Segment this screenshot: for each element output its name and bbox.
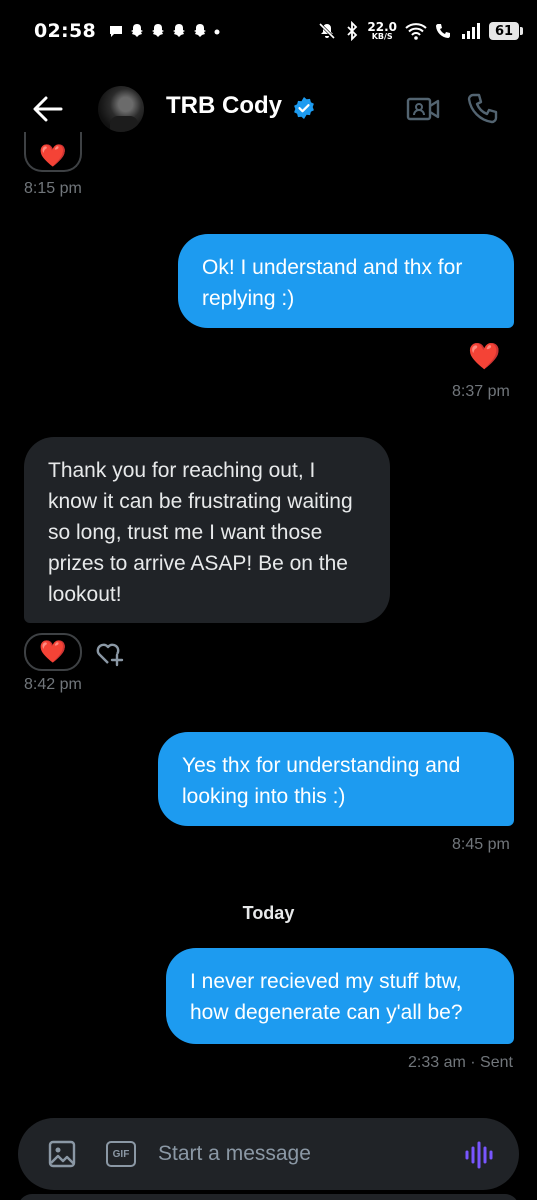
message-timestamp: 8:45 pm [452,836,510,853]
message-input[interactable] [158,1138,448,1170]
contact-avatar[interactable] [98,86,144,132]
contact-name[interactable]: TRB Cody [166,92,282,120]
bluetooth-icon [347,21,358,41]
video-call-icon[interactable] [406,94,440,124]
reaction-pill[interactable]: ❤️ [24,633,82,671]
message-timestamp: 8:15 pm [24,180,82,197]
back-arrow-icon [33,96,63,122]
snapchat-icon [172,24,185,37]
voice-message-icon[interactable] [464,1140,494,1170]
message-bubble-outgoing[interactable]: I never recieved my stuff btw, how degen… [166,948,514,1044]
avatar-figure [110,116,138,132]
battery-indicator: 61 [489,22,523,40]
image-icon[interactable] [48,1140,76,1168]
status-time: 02:58 [34,20,96,42]
network-speed: 22.0 KB/S [367,21,397,41]
verified-badge-icon [294,97,314,119]
bottom-panel-edge [18,1194,519,1200]
back-button[interactable] [30,92,66,126]
more-notifications-dot-icon [214,29,220,35]
notification-icons [108,23,221,39]
message-text: Thank you for reaching out, I know it ca… [48,459,353,606]
snapchat-icon [130,24,143,37]
gif-button[interactable]: GIF [106,1141,136,1167]
message-text: Ok! I understand and thx for replying :) [202,256,463,310]
heart-reaction[interactable]: ❤️ [468,342,500,372]
mute-icon [319,22,336,40]
message-timestamp: 8:42 pm [24,676,82,693]
message-text: I never recieved my stuff btw, how degen… [190,970,463,1024]
phone-icon[interactable] [466,92,500,126]
message-bubble-outgoing[interactable]: Ok! I understand and thx for replying :) [178,234,514,328]
snapchat-icon [193,24,206,37]
wifi-calling-icon [436,24,450,38]
heart-reaction: ❤️ [39,639,67,665]
message-timestamp: 2:33 am · Sent [408,1054,513,1071]
message-timestamp: 8:37 pm [452,383,510,400]
add-reaction-icon[interactable] [94,638,126,668]
wifi-icon [405,23,427,40]
message-bubble-outgoing[interactable]: Yes thx for understanding and looking in… [158,732,514,826]
snapchat-icon [151,24,164,37]
status-bar: 02:58 22.0 KB/S 61 [0,0,537,62]
message-text: Yes thx for understanding and looking in… [182,754,461,808]
chat-notification-icon [109,26,122,37]
heart-reaction: ❤️ [39,143,67,169]
status-right: 22.0 KB/S 61 [317,21,523,41]
day-divider: Today [242,903,295,923]
reaction-pill[interactable]: ❤️ [24,132,82,172]
signal-icon [462,23,480,39]
message-composer: GIF [18,1118,519,1190]
network-speed-unit: KB/S [371,32,393,41]
message-bubble-incoming[interactable]: Thank you for reaching out, I know it ca… [24,437,390,623]
